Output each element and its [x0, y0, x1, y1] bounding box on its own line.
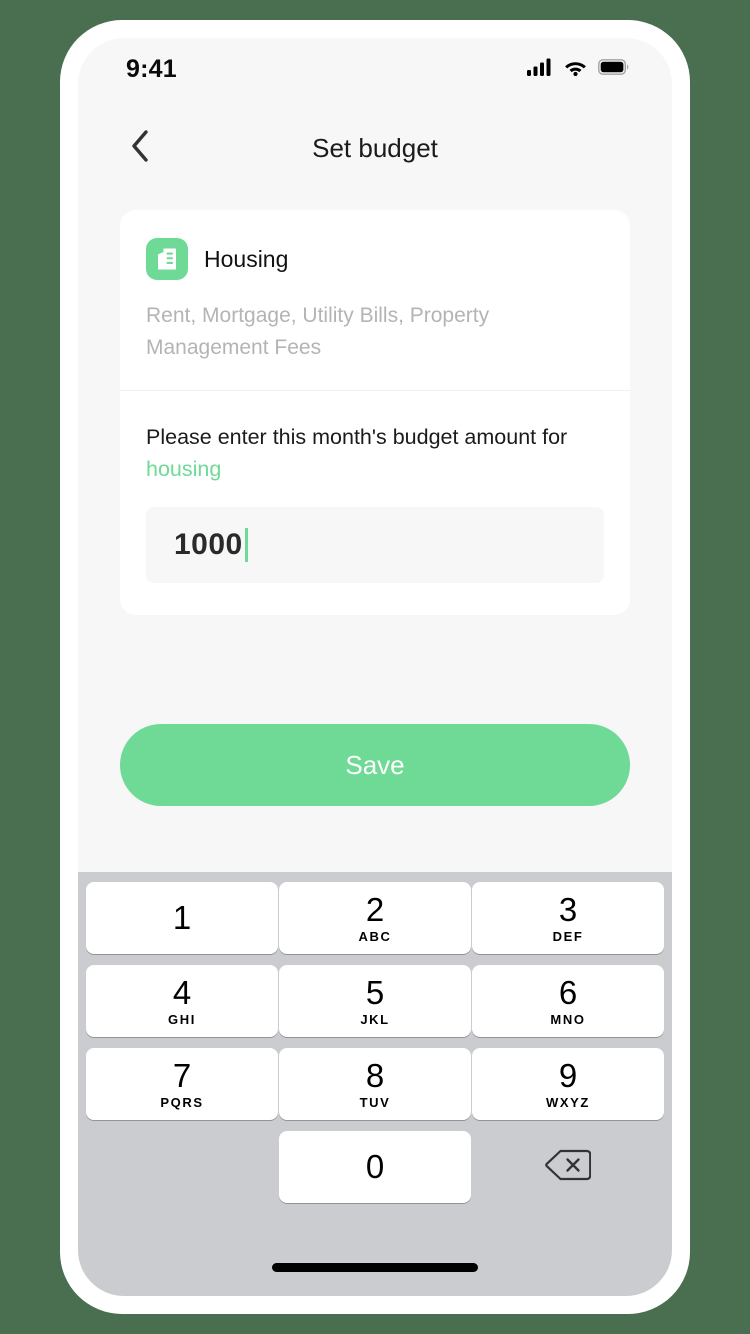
- category-row: Housing: [146, 238, 604, 280]
- home-indicator-bar: [272, 1263, 478, 1272]
- keypad-key-digit: 3: [558, 890, 578, 928]
- keypad-key-7[interactable]: 7 PQRS: [86, 1048, 278, 1120]
- keypad-key-digit: 7: [172, 1056, 192, 1094]
- back-button[interactable]: [112, 120, 168, 176]
- keypad-key-digit: 1: [172, 899, 192, 936]
- keypad-key-letters: MNO: [550, 1011, 586, 1027]
- keypad-key-1[interactable]: 1: [86, 882, 278, 954]
- keypad-key-3[interactable]: 3 DEF: [472, 882, 664, 954]
- keypad-row: 0: [86, 1131, 664, 1203]
- category-description: Rent, Mortgage, Utility Bills, Property …: [146, 304, 490, 359]
- text-caret: [244, 528, 248, 562]
- keypad-row: 4 GHI 5 JKL 6 MNO: [86, 965, 664, 1037]
- battery-full-icon: [598, 58, 630, 80]
- keypad-key-letters: JKL: [360, 1011, 390, 1027]
- card-header: Housing Rent, Mortgage, Utility Bills, P…: [120, 210, 630, 391]
- budget-amount-input[interactable]: 1000: [146, 507, 604, 583]
- keypad-key-0[interactable]: 0: [279, 1131, 471, 1203]
- keypad-backspace-key[interactable]: [472, 1131, 664, 1203]
- phone-screen: 9:41 Set budget Housing Rent, Mortgage, …: [78, 38, 672, 1296]
- keypad-key-digit: 8: [365, 1056, 385, 1094]
- backspace-delete-icon: [545, 1148, 592, 1187]
- keypad-key-5[interactable]: 5 JKL: [279, 965, 471, 1037]
- keypad-key-digit: 5: [365, 973, 385, 1011]
- phone-frame: 9:41 Set budget Housing Rent, Mortgage, …: [60, 20, 690, 1314]
- keypad-key-letters: GHI: [168, 1011, 196, 1027]
- keypad-key-4[interactable]: 4 GHI: [86, 965, 278, 1037]
- chevron-left-icon: [129, 129, 151, 168]
- keypad-spacer: [86, 1131, 278, 1203]
- keypad-key-letters: PQRS: [160, 1094, 204, 1110]
- keypad-key-6[interactable]: 6 MNO: [472, 965, 664, 1037]
- keypad-key-letters: TUV: [359, 1094, 391, 1110]
- budget-prompt-lead: Please enter this month's budget amount …: [146, 425, 568, 449]
- keypad-key-digit: 4: [172, 973, 192, 1011]
- budget-prompt-highlight: housing: [146, 457, 222, 481]
- keypad-key-digit: 6: [558, 973, 578, 1011]
- status-bar-time: 9:41: [126, 54, 177, 83]
- status-bar-icons: [527, 58, 630, 81]
- category-name: Housing: [204, 245, 289, 272]
- keypad-key-8[interactable]: 8 TUV: [279, 1048, 471, 1120]
- budget-amount-value: 1000: [174, 528, 243, 561]
- keypad-key-2[interactable]: 2 ABC: [279, 882, 471, 954]
- card-body: Please enter this month's budget amount …: [120, 391, 630, 615]
- keypad-key-letters: DEF: [552, 928, 584, 944]
- keypad-row: 7 PQRS 8 TUV 9 WXYZ: [86, 1048, 664, 1120]
- budget-prompt: Please enter this month's budget amount …: [146, 421, 604, 485]
- numeric-keypad: 1 2 ABC 3 DEF 4 GHI 5 JKL 6 MNO 7 PQRS 8…: [78, 872, 672, 1296]
- nav-bar: Set budget: [78, 118, 672, 178]
- keypad-key-digit: 0: [365, 1148, 385, 1185]
- keypad-key-9[interactable]: 9 WXYZ: [472, 1048, 664, 1120]
- budget-card: Housing Rent, Mortgage, Utility Bills, P…: [120, 210, 630, 615]
- keypad-key-letters: ABC: [358, 928, 392, 944]
- keypad-key-letters: WXYZ: [546, 1094, 590, 1110]
- keypad-key-digit: 2: [365, 890, 385, 928]
- keypad-row: 1 2 ABC 3 DEF: [86, 882, 664, 954]
- keypad-key-digit: 9: [558, 1056, 578, 1094]
- status-bar: 9:41: [78, 38, 672, 100]
- document-building-icon: [146, 238, 188, 280]
- wifi-icon: [563, 58, 588, 81]
- cellular-signal-icon: [527, 58, 553, 81]
- save-button[interactable]: Save: [120, 724, 630, 806]
